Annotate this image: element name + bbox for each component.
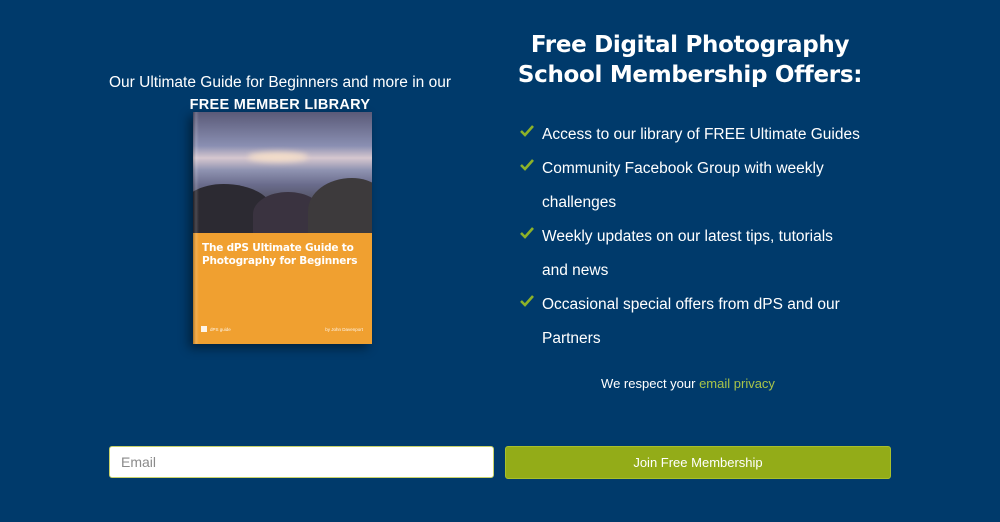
benefit-item: Community Facebook Group with weekly cha… (520, 152, 860, 220)
ebook-title: The dPS Ultimate Guide to Photography fo… (202, 242, 358, 267)
join-membership-button[interactable]: Join Free Membership (505, 446, 891, 479)
benefit-text: Weekly updates on our latest tips, tutor… (542, 228, 833, 279)
ebook-author: by John Davenport (325, 327, 363, 332)
benefit-item: Weekly updates on our latest tips, tutor… (520, 220, 860, 288)
benefits-list: Access to our library of FREE Ultimate G… (520, 118, 860, 356)
check-icon (520, 227, 534, 239)
dps-logo: dPS guide (201, 326, 231, 332)
membership-offers: Free Digital Photography School Membersh… (500, 30, 880, 347)
dps-logo-icon (201, 326, 207, 332)
cover-panel: The dPS Ultimate Guide to Photography fo… (193, 233, 372, 344)
ebook-cover: The dPS Ultimate Guide to Photography fo… (193, 112, 372, 344)
library-intro: Our Ultimate Guide for Beginners and mor… (90, 72, 470, 116)
headline-line-2: School Membership Offers: (517, 62, 863, 88)
book-spine (193, 112, 199, 344)
intro-text: Our Ultimate Guide for Beginners and mor… (108, 74, 452, 91)
email-privacy-link[interactable]: email privacy (699, 376, 775, 391)
privacy-prefix: We respect your (601, 376, 700, 391)
check-icon (520, 125, 534, 137)
dps-logo-text: dPS guide (210, 326, 231, 332)
benefit-text: Access to our library of FREE Ultimate G… (542, 126, 860, 143)
check-icon (520, 295, 534, 307)
benefit-item: Occasional special offers from dPS and o… (520, 288, 860, 356)
privacy-note: We respect your email privacy (505, 376, 871, 391)
benefit-item: Access to our library of FREE Ultimate G… (520, 118, 860, 152)
check-icon (520, 159, 534, 171)
benefit-text: Community Facebook Group with weekly cha… (542, 160, 824, 211)
benefit-text: Occasional special offers from dPS and o… (542, 296, 840, 347)
offers-headline: Free Digital Photography School Membersh… (500, 30, 880, 90)
cover-photo (193, 112, 372, 238)
email-input[interactable] (109, 446, 494, 478)
headline-line-1: Free Digital Photography (530, 32, 850, 58)
